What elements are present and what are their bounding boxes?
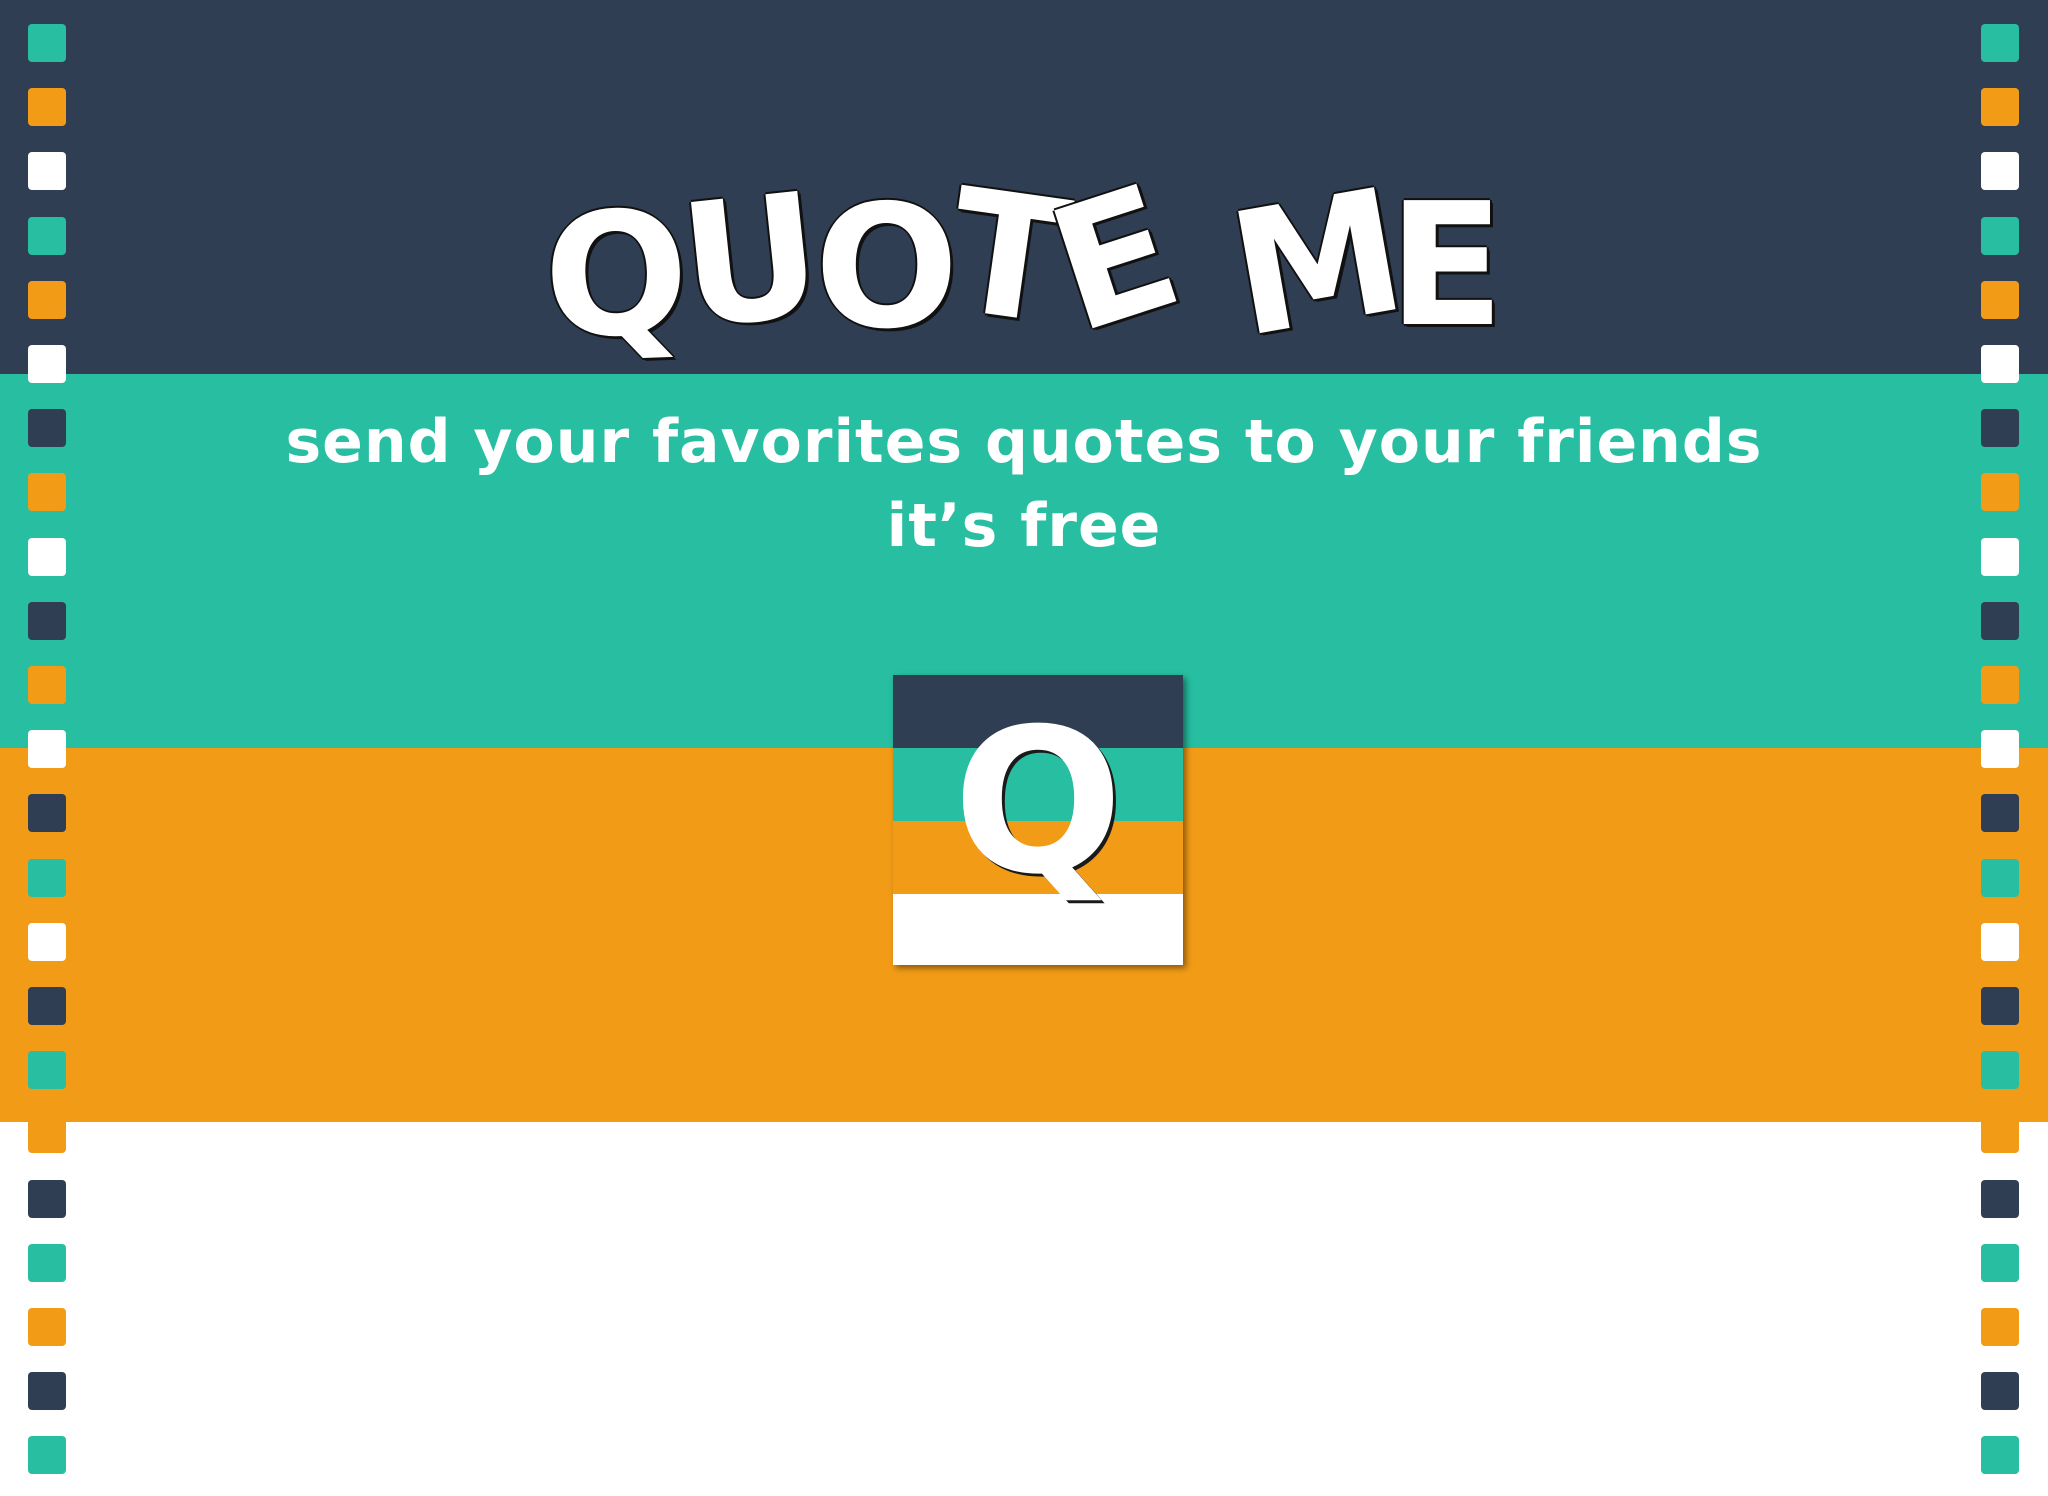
decorative-square [1981, 601, 2019, 640]
tagline-line-2: it’s free [886, 491, 1162, 561]
decorative-square [28, 794, 66, 833]
decorative-square [1981, 1179, 2019, 1218]
title-letter: Q [540, 174, 692, 378]
decorative-square [28, 1051, 66, 1090]
decorative-square [28, 1372, 66, 1411]
decorative-square [1981, 794, 2019, 833]
decorative-square [28, 858, 66, 897]
decorative-square [28, 1308, 66, 1346]
decorative-square [28, 601, 66, 640]
decorative-square [1981, 858, 2019, 897]
decorative-square [1981, 24, 2019, 62]
decorative-square [1981, 1372, 2019, 1411]
decorative-square [1981, 1436, 2019, 1475]
logo-letter: Q [952, 686, 1124, 919]
decorative-square [1981, 88, 2019, 127]
decorative-square [28, 922, 66, 961]
tagline-line-1: send your favorites quotes to your frien… [285, 407, 1763, 477]
decorative-square [1981, 730, 2019, 769]
decorative-square [28, 1179, 66, 1218]
band-white [0, 1122, 2048, 1496]
decorative-square [28, 1115, 66, 1154]
decorative-square [28, 730, 66, 769]
title-letter: U [672, 156, 831, 368]
decorative-square [1981, 1308, 2019, 1346]
decorative-square [28, 1243, 66, 1282]
decorative-square [28, 24, 66, 62]
decorative-square [1981, 1115, 2019, 1154]
app-title: QUOTEME [0, 148, 2048, 388]
decorative-square [28, 666, 66, 704]
decorative-square [1981, 922, 2019, 961]
decorative-square [1981, 1243, 2019, 1282]
decorative-square [28, 1436, 66, 1475]
decorative-square [1981, 666, 2019, 704]
decorative-square [1981, 1051, 2019, 1090]
decorative-square [1981, 987, 2019, 1025]
quote-me-app-icon: Q [893, 675, 1183, 965]
decorative-square [28, 987, 66, 1025]
decorative-square [28, 88, 66, 127]
title-letter: E [1388, 167, 1505, 365]
title-letter: O [814, 169, 959, 367]
